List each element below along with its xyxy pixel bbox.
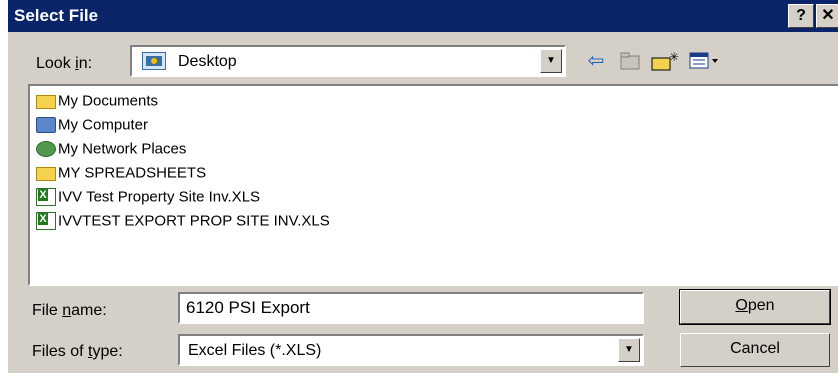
file-type-label: Files of type: [32, 343, 123, 360]
new-folder-icon[interactable]: ✳ [650, 48, 680, 74]
select-file-dialog: Select File ? ✕ Look in: Desktop ▼ ⇦ ✳ M… [8, 0, 838, 373]
dialog-title: Select File [14, 6, 99, 25]
look-in-label: Look in: [36, 55, 93, 72]
svg-text:✳: ✳ [669, 50, 679, 64]
title-bar: Select File ? ✕ [8, 0, 838, 32]
chevron-down-icon[interactable]: ▼ [540, 49, 562, 73]
file-list[interactable]: My Documents My Computer My Network Plac… [28, 84, 838, 286]
folder-icon [36, 167, 56, 182]
list-item[interactable]: IVV Test Property Site Inv.XLS [36, 188, 260, 212]
file-type-dropdown[interactable]: Excel Files (*.XLS) ▼ [178, 334, 644, 366]
file-type-value: Excel Files (*.XLS) [188, 342, 322, 359]
look-in-value: Desktop [178, 53, 237, 70]
cancel-button[interactable]: Cancel [680, 333, 830, 367]
folder-icon [36, 95, 56, 110]
help-button[interactable]: ? [788, 4, 814, 28]
network-icon [36, 141, 56, 158]
list-item[interactable]: MY SPREADSHEETS [36, 164, 206, 188]
file-name-label: File name: [32, 302, 107, 319]
excel-file-icon [36, 188, 56, 207]
excel-file-icon [36, 212, 56, 231]
chevron-down-icon[interactable]: ▼ [618, 338, 640, 362]
list-item[interactable]: My Network Places [36, 140, 186, 164]
open-button[interactable]: Open [679, 289, 831, 325]
file-name-input[interactable] [178, 292, 644, 324]
list-item[interactable]: IVVTEST EXPORT PROP SITE INV.XLS [36, 212, 330, 236]
list-item[interactable]: My Computer [36, 116, 148, 140]
desktop-icon [142, 52, 166, 70]
up-folder-icon[interactable] [618, 48, 644, 74]
list-item[interactable]: My Documents [36, 92, 158, 116]
back-arrow-icon[interactable]: ⇦ [583, 48, 609, 74]
view-menu-icon[interactable] [688, 48, 722, 74]
computer-icon [36, 117, 56, 134]
close-button[interactable]: ✕ [816, 4, 838, 28]
look-in-dropdown[interactable]: Desktop ▼ [130, 45, 566, 77]
